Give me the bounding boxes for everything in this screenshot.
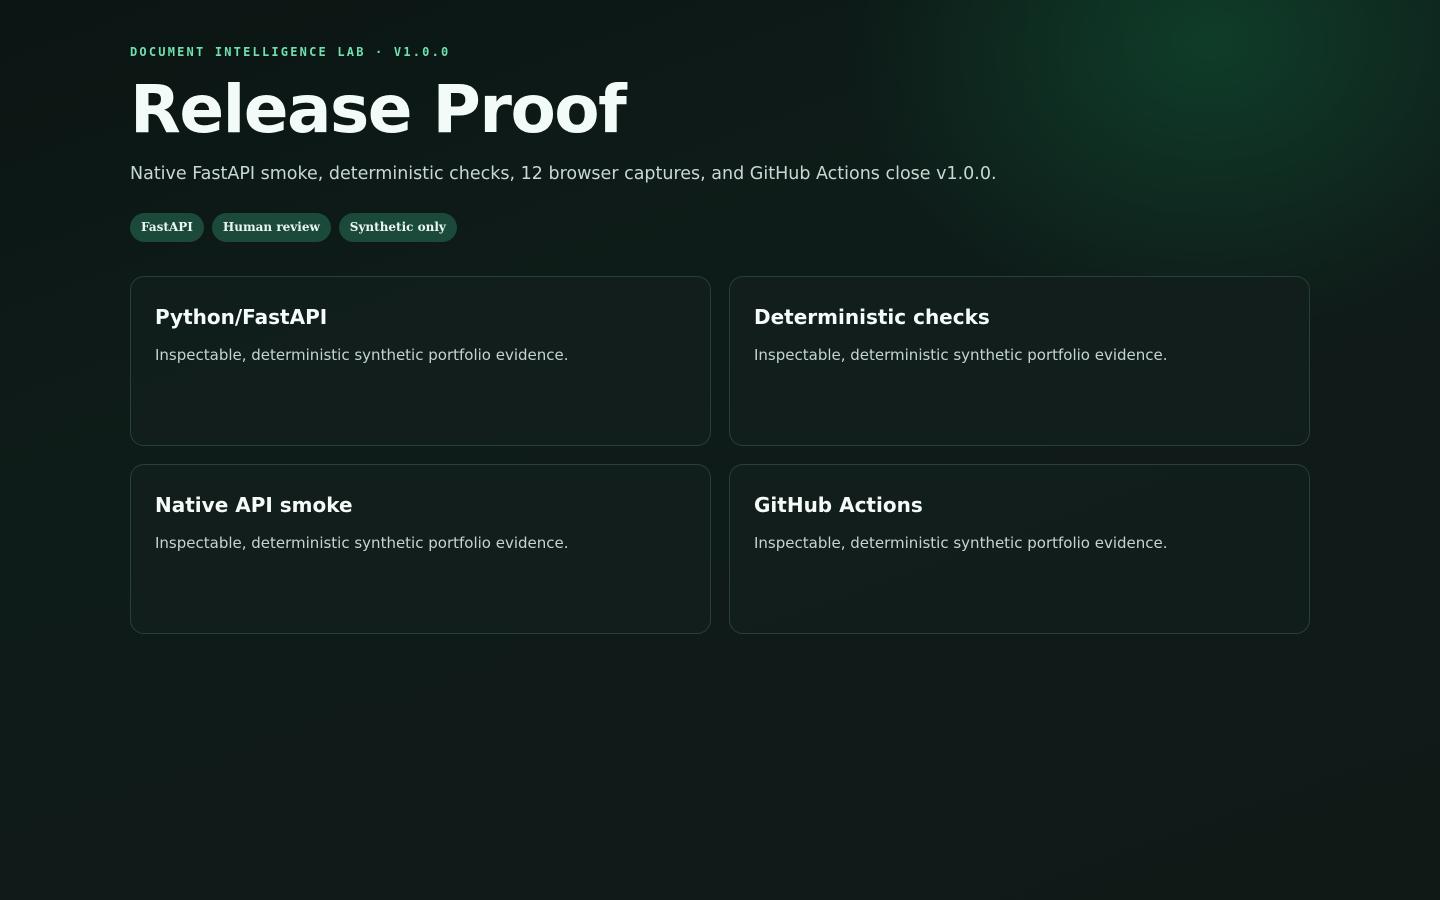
card-title: Deterministic checks [754,305,990,329]
card-github-actions: GitHub Actions Inspectable, deterministi… [729,464,1310,634]
card-python-fastapi: Python/FastAPI Inspectable, deterministi… [130,276,711,446]
card-description: Inspectable, deterministic synthetic por… [155,346,569,364]
tag-fastapi: FastAPI [130,213,204,242]
tag-human-review: Human review [211,213,331,242]
card-deterministic-checks: Deterministic checks Inspectable, determ… [729,276,1310,446]
eyebrow-label: DOCUMENT INTELLIGENCE LAB · V1.0.0 [130,45,451,59]
tag-list: FastAPI Human review Synthetic only [130,213,457,242]
tag-synthetic-only: Synthetic only [338,213,457,242]
card-title: Native API smoke [155,493,353,517]
page-title: Release Proof [130,71,627,148]
card-description: Inspectable, deterministic synthetic por… [155,534,569,552]
page-subtitle: Native FastAPI smoke, deterministic chec… [130,164,997,184]
card-description: Inspectable, deterministic synthetic por… [754,346,1168,364]
card-grid: Python/FastAPI Inspectable, deterministi… [130,276,1310,634]
card-description: Inspectable, deterministic synthetic por… [754,534,1168,552]
card-title: Python/FastAPI [155,305,328,329]
card-title: GitHub Actions [754,493,923,517]
card-native-api-smoke: Native API smoke Inspectable, determinis… [130,464,711,634]
